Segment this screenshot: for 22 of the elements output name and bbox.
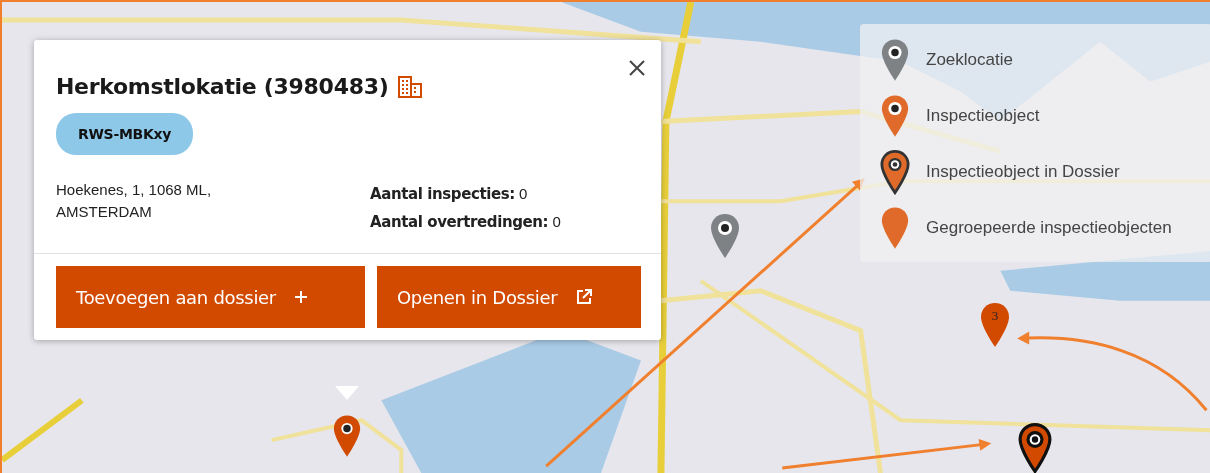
cluster-pin-icon [880, 204, 910, 251]
stat-text: Aantal overtredingen: 0 [370, 213, 561, 231]
location-pin-icon [880, 36, 910, 83]
building-icon [398, 75, 423, 98]
legend-label: Inspectieobject in Dossier [926, 161, 1120, 182]
close-icon[interactable] [627, 58, 647, 78]
location-pin-icon[interactable] [709, 212, 741, 260]
popup-title: Herkomstlokatie (3980483) [56, 74, 389, 99]
external-link-icon [575, 288, 594, 306]
outlined-pin-icon[interactable] [1018, 422, 1052, 473]
outlined-pin-icon [880, 148, 910, 195]
action-button[interactable]: Openen in Dossier [376, 266, 641, 328]
legend-label: Inspectieobject [926, 105, 1040, 126]
legend-label: Gegroepeerde inspectieobjecten [926, 217, 1172, 238]
popup-pointer [335, 386, 359, 400]
map-pin-icon [880, 92, 910, 139]
legend-label: Zoeklocatie [926, 49, 1013, 70]
plus-icon [293, 290, 308, 304]
tag-badge: RWS-MBKxy [56, 113, 194, 155]
action-button[interactable]: Toevoegen aan dossier [56, 266, 365, 328]
stat-text: Aantal inspecties: 0 [370, 185, 529, 203]
address-text: Hoekenes, 1, 1068 ML, AMSTERDAM [56, 180, 213, 222]
